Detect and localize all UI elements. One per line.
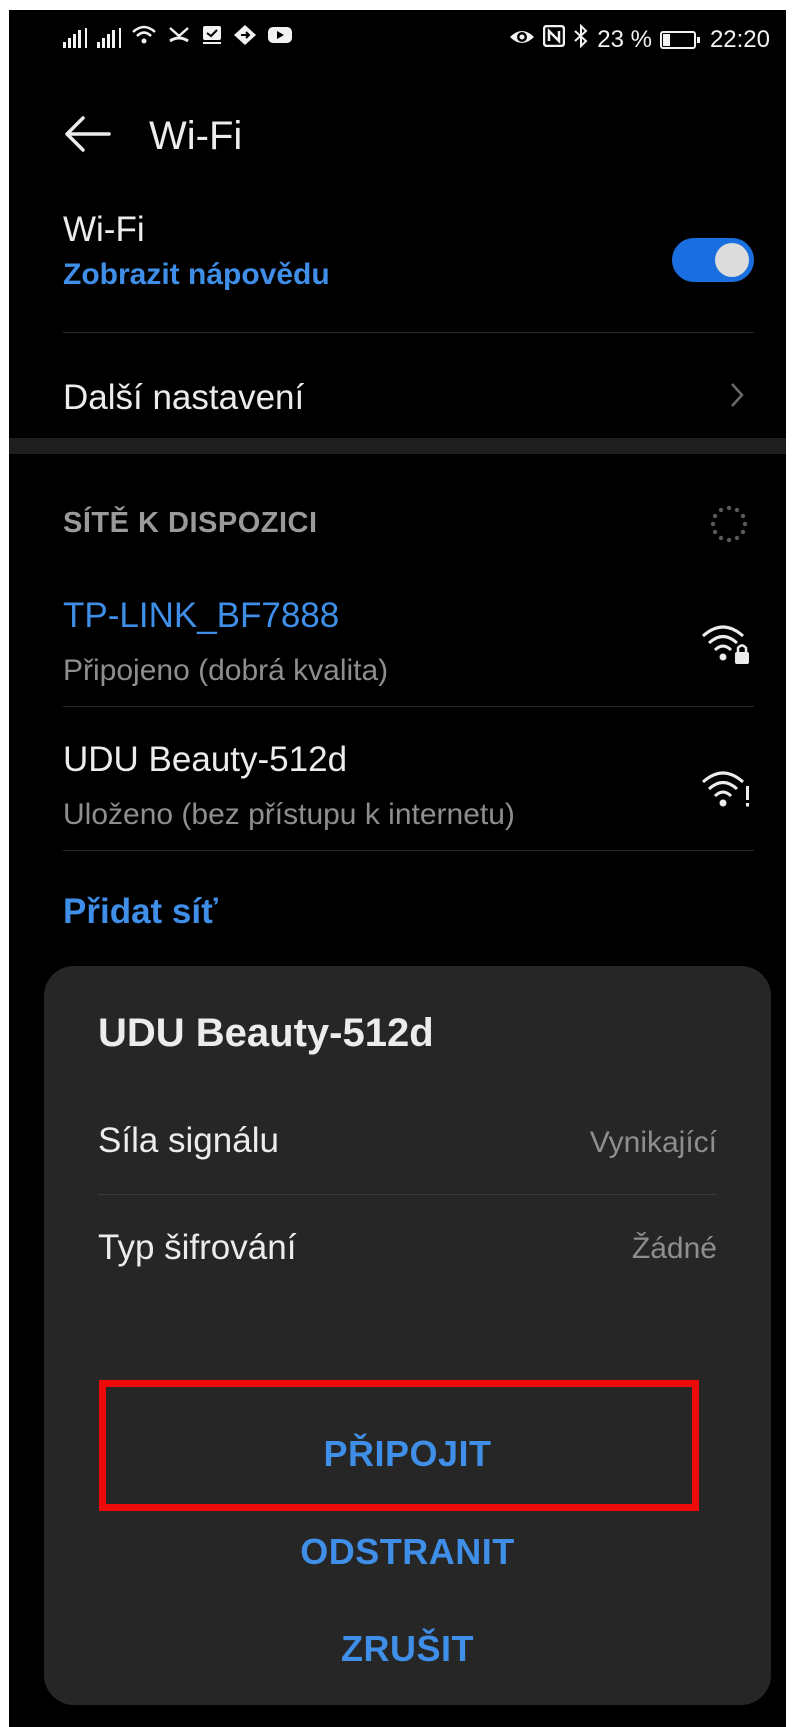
more-settings-label: Další nastavení — [63, 378, 305, 417]
bluetooth-icon — [573, 23, 589, 55]
network-name: UDU Beauty-512d — [63, 740, 348, 779]
back-arrow-icon[interactable] — [63, 114, 111, 154]
clock: 22:20 — [709, 25, 770, 53]
youtube-icon — [267, 25, 293, 50]
network-item[interactable]: UDU Beauty-512d Uloženo (bez přístupu k … — [9, 726, 786, 854]
divider — [63, 332, 754, 333]
section-separator — [9, 438, 786, 454]
cancel-button[interactable]: ZRUŠIT — [44, 1628, 771, 1670]
battery-icon — [659, 30, 700, 49]
wifi-toggle-row[interactable]: Wi-Fi Zobrazit nápovědu — [9, 210, 786, 330]
available-networks-heading: SÍTĚ K DISPOZICI — [63, 507, 318, 539]
app-header: Wi-Fi — [9, 90, 786, 180]
encryption-type-label: Typ šifrování — [98, 1228, 297, 1267]
chevron-right-icon — [729, 382, 745, 407]
divider — [63, 850, 754, 851]
divider — [98, 1194, 717, 1195]
wifi-status-icon — [131, 24, 157, 51]
add-network-link[interactable]: Přidat síť — [63, 892, 218, 932]
wifi-toggle[interactable] — [672, 238, 754, 282]
missed-call-icon — [167, 24, 191, 51]
page-title: Wi-Fi — [149, 114, 243, 158]
signal-strength-icon — [63, 27, 87, 48]
network-details-dialog: UDU Beauty-512d Síla signálu Vynikající … — [44, 966, 771, 1705]
help-link[interactable]: Zobrazit nápovědu — [63, 258, 330, 292]
nav-app-icon — [233, 24, 257, 51]
network-status: Uloženo (bez přístupu k internetu) — [63, 798, 515, 831]
wifi-lock-icon — [699, 620, 755, 668]
status-icons-right: 23 % 22:20 — [509, 23, 770, 55]
scanning-spinner-icon — [709, 504, 749, 544]
wifi-label: Wi-Fi — [63, 210, 145, 249]
more-settings-row[interactable]: Další nastavení — [9, 340, 786, 436]
eye-icon — [509, 26, 535, 54]
message-icon — [201, 24, 223, 51]
highlight-box — [99, 1380, 699, 1511]
divider — [63, 706, 754, 707]
status-bar: 23 % 22:20 — [9, 10, 786, 66]
encryption-type-value: Žádné — [631, 1232, 717, 1265]
network-name: TP-LINK_BF7888 — [63, 596, 340, 635]
remove-button[interactable]: ODSTRANIT — [44, 1531, 771, 1573]
status-icons-left — [63, 24, 293, 51]
network-status: Připojeno (dobrá kvalita) — [63, 654, 389, 687]
nfc-icon — [542, 24, 566, 54]
wifi-alert-icon — [699, 766, 755, 814]
signal-strength-2-icon — [97, 27, 121, 48]
add-network-row[interactable]: Přidat síť — [9, 878, 786, 948]
network-item[interactable]: TP-LINK_BF7888 Připojeno (dobrá kvalita) — [9, 582, 786, 710]
signal-strength-value: Vynikající — [589, 1126, 717, 1159]
toggle-knob — [715, 243, 749, 277]
signal-strength-label: Síla signálu — [98, 1121, 279, 1160]
dialog-title: UDU Beauty-512d — [98, 1011, 434, 1055]
battery-percent: 23 % — [597, 25, 652, 53]
